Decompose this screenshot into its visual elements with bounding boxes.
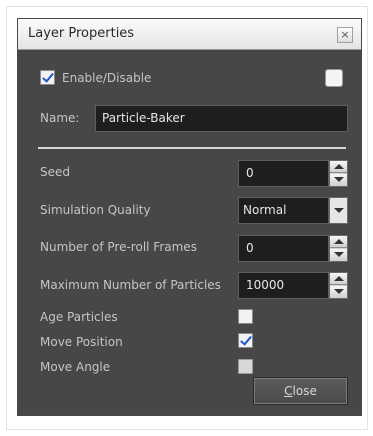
arrow-up-icon — [334, 276, 344, 281]
age-particles-label: Age Particles — [40, 310, 118, 324]
increment-button[interactable] — [330, 236, 347, 248]
arrow-down-icon — [334, 252, 344, 257]
window-title: Layer Properties — [28, 26, 135, 41]
decrement-button[interactable] — [330, 249, 347, 261]
enable-checkbox[interactable] — [40, 70, 55, 85]
seed-value[interactable]: 0 — [238, 160, 329, 187]
simulation-quality-value[interactable]: Normal — [238, 197, 329, 224]
section-divider — [38, 147, 346, 149]
max-particles-value[interactable]: 10000 — [238, 272, 329, 299]
layer-properties-dialog: Layer Properties × Enable/Disable Name: … — [17, 18, 362, 416]
max-particles-spinbox[interactable]: 10000 — [238, 272, 348, 299]
chevron-down-icon — [334, 208, 344, 213]
name-input[interactable]: Particle-Baker — [95, 105, 348, 132]
close-button[interactable]: Close — [253, 377, 348, 405]
close-icon[interactable]: × — [337, 27, 353, 43]
seed-stepper[interactable] — [329, 160, 348, 187]
move-position-checkbox[interactable] — [238, 333, 253, 348]
arrow-down-icon — [334, 177, 344, 182]
max-particles-stepper[interactable] — [329, 272, 348, 299]
seed-spinbox[interactable]: 0 — [238, 160, 348, 187]
increment-button[interactable] — [330, 273, 347, 285]
close-button-label: lose — [292, 384, 317, 398]
preroll-frames-label: Number of Pre-roll Frames — [40, 240, 197, 254]
close-button-mnemonic: C — [284, 384, 293, 398]
name-label: Name: — [40, 111, 80, 125]
move-angle-label: Move Angle — [40, 360, 111, 374]
increment-button[interactable] — [330, 161, 347, 173]
arrow-up-icon — [334, 239, 344, 244]
arrow-down-icon — [334, 289, 344, 294]
max-particles-label: Maximum Number of Particles — [40, 278, 221, 292]
title-bar: Layer Properties × — [18, 19, 361, 50]
preroll-frames-stepper[interactable] — [329, 235, 348, 262]
arrow-up-icon — [334, 164, 344, 169]
enable-label: Enable/Disable — [62, 71, 152, 85]
preroll-frames-value[interactable]: 0 — [238, 235, 329, 262]
preroll-frames-spinbox[interactable]: 0 — [238, 235, 348, 262]
decrement-button[interactable] — [330, 174, 347, 186]
move-position-label: Move Position — [40, 335, 123, 349]
move-angle-checkbox[interactable] — [238, 359, 253, 374]
age-particles-checkbox[interactable] — [238, 309, 253, 324]
decrement-button[interactable] — [330, 286, 347, 298]
dropdown-button[interactable] — [329, 197, 348, 224]
simulation-quality-dropdown[interactable]: Normal — [238, 197, 348, 224]
seed-label: Seed — [40, 165, 70, 179]
layer-color-swatch[interactable] — [325, 69, 343, 87]
simulation-quality-label: Simulation Quality — [40, 203, 151, 217]
